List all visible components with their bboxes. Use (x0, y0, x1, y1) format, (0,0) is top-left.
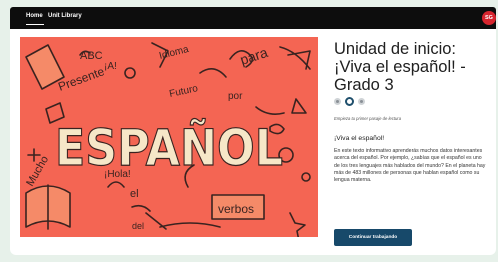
doodle-word: para (238, 44, 270, 68)
nav-active-underline (26, 24, 44, 25)
doodle-word: Idioma (158, 44, 190, 62)
doodle-word: el (130, 188, 139, 200)
unit-hero-image: ABC Idioma para Presente Futuro por Much… (20, 37, 318, 237)
nav-home-link[interactable]: Home (26, 13, 43, 19)
unit-title: Unidad de inicio: ¡Viva el español! - Gr… (334, 40, 466, 94)
unit-description: En este texto informativo aprenderás muc… (334, 148, 486, 184)
doodle-word: por (228, 91, 243, 102)
carousel-dot[interactable] (358, 98, 365, 105)
section-heading: ¡Viva el español! (334, 135, 385, 142)
doodle-word: Mucho (24, 154, 51, 189)
user-avatar[interactable]: SG (482, 11, 496, 25)
nav-unit-library-link[interactable]: Unit Library (48, 13, 82, 19)
hero-main-word: ESPAÑOL (55, 118, 283, 177)
doodle-word: del (132, 221, 144, 231)
doodle-word: ABC (80, 50, 103, 62)
unit-subtitle: Empieza tu primer pasaje de lectura (334, 116, 402, 121)
continue-working-button[interactable]: Continuar trabajando (334, 229, 412, 246)
doodle-word: Presente (56, 64, 106, 94)
doodle-word: Futuro (168, 83, 199, 100)
top-nav-bar: Home Unit Library SG (10, 7, 496, 29)
carousel-dot-active[interactable] (345, 97, 354, 106)
doodle-word: ¡A! (104, 61, 117, 72)
carousel-indicators (334, 97, 365, 106)
doodle-word: verbos (218, 202, 254, 216)
carousel-dot[interactable] (334, 98, 341, 105)
doodle-artwork: ABC Idioma para Presente Futuro por Much… (24, 42, 311, 237)
